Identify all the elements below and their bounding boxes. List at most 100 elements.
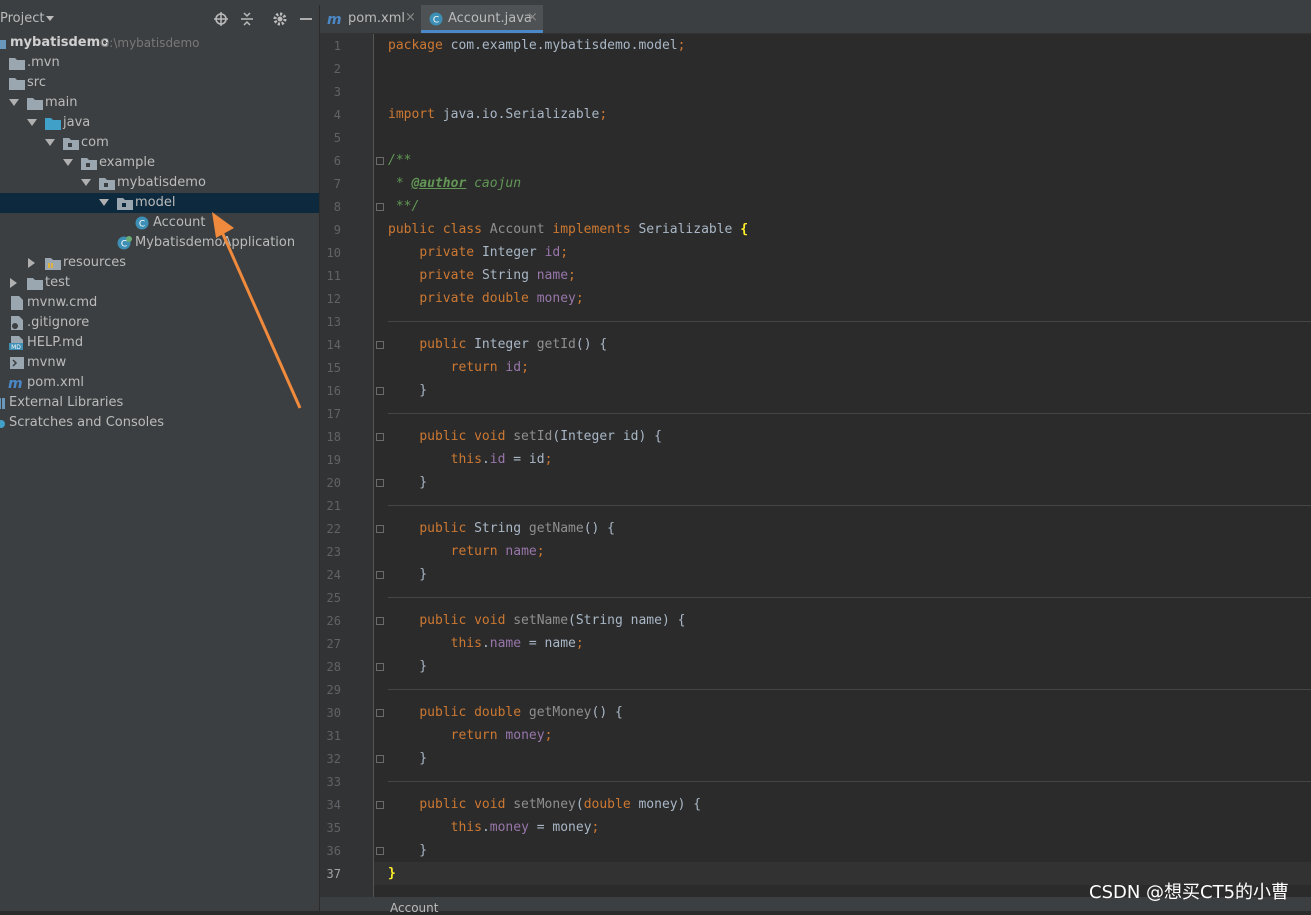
code-token: } bbox=[388, 383, 428, 398]
tab-account-java[interactable]: C Account.java × bbox=[421, 5, 543, 33]
code-token: id bbox=[489, 452, 506, 467]
code-token: this bbox=[450, 636, 482, 651]
code-token: return bbox=[450, 360, 506, 375]
tree-item-label: model bbox=[135, 195, 176, 210]
tree-item-project-root[interactable]: mybatisdemo G:\mybatisdemo bbox=[0, 33, 319, 53]
code-token: this bbox=[450, 820, 482, 835]
tree-item-java[interactable]: java bbox=[0, 113, 319, 133]
close-icon[interactable]: × bbox=[405, 10, 416, 25]
expand-arrow-icon[interactable] bbox=[45, 139, 55, 146]
code-token: . bbox=[481, 820, 490, 835]
code-line: public Integer getId() { bbox=[388, 333, 607, 356]
code-token: return bbox=[450, 544, 506, 559]
collapsed-arrow-icon[interactable] bbox=[28, 258, 35, 268]
code-token: = name bbox=[521, 636, 576, 651]
line-number: 15 bbox=[326, 361, 341, 375]
code-token: () { bbox=[575, 337, 608, 352]
expand-arrow-icon[interactable] bbox=[27, 119, 37, 126]
code-token: @author bbox=[411, 176, 467, 191]
code-token: money bbox=[489, 820, 529, 835]
code-token: public void bbox=[419, 429, 514, 444]
line-number: 11 bbox=[326, 269, 341, 283]
expand-arrow-icon[interactable] bbox=[99, 199, 109, 206]
folder-icon bbox=[27, 98, 43, 110]
gear-icon[interactable] bbox=[272, 11, 288, 27]
tree-item-mybatisdemo-package[interactable]: mybatisdemo bbox=[0, 173, 319, 193]
tree-item-label: mybatisdemo bbox=[10, 35, 110, 50]
tab-pom-xml[interactable]: m pom.xml × bbox=[320, 5, 420, 33]
expand-arrow-icon[interactable] bbox=[81, 179, 91, 186]
code-line: } bbox=[388, 471, 427, 494]
code-token: { bbox=[740, 222, 749, 237]
tree-item-label: src bbox=[27, 75, 46, 90]
minimize-icon[interactable] bbox=[298, 11, 314, 27]
code-token: name bbox=[536, 268, 569, 283]
code-line: * @author caojun bbox=[388, 172, 521, 195]
tree-item-src[interactable]: src bbox=[0, 73, 319, 93]
code-token: setName bbox=[513, 613, 569, 628]
locate-icon[interactable] bbox=[213, 11, 229, 27]
code-token: Integer bbox=[474, 337, 537, 352]
code-line: } bbox=[388, 379, 427, 402]
code-token: ; bbox=[591, 820, 600, 835]
close-icon[interactable]: × bbox=[527, 10, 538, 25]
svg-text:C: C bbox=[121, 240, 127, 250]
tree-item-com[interactable]: com bbox=[0, 133, 319, 153]
code-line: private String name; bbox=[388, 264, 576, 287]
code-token: () { bbox=[591, 705, 623, 720]
expand-arrow-icon[interactable] bbox=[63, 159, 73, 166]
tree-item-main[interactable]: main bbox=[0, 93, 319, 113]
code-line: public void setMoney(double money) { bbox=[388, 793, 701, 816]
code-token: import bbox=[388, 107, 435, 122]
code-token: } bbox=[388, 843, 428, 858]
line-number: 17 bbox=[326, 407, 341, 421]
folder-icon bbox=[9, 78, 25, 90]
collapse-icon[interactable] bbox=[239, 11, 255, 27]
line-number: 36 bbox=[326, 844, 341, 858]
code-editor[interactable]: package com.example.mybatisdemo.model; im… bbox=[374, 34, 1311, 897]
expand-arrow-icon[interactable] bbox=[9, 99, 19, 106]
code-token: Serializable bbox=[638, 222, 741, 237]
tree-item-label: main bbox=[45, 95, 78, 110]
line-number: 30 bbox=[326, 706, 341, 720]
collapsed-arrow-icon[interactable] bbox=[10, 278, 17, 288]
code-token: this bbox=[450, 452, 482, 467]
line-number: 22 bbox=[326, 522, 341, 536]
code-token: id bbox=[505, 360, 522, 375]
tree-item-label: com bbox=[81, 135, 109, 150]
project-panel-title[interactable]: Project bbox=[0, 11, 44, 26]
code-token: } bbox=[388, 475, 428, 490]
line-number: 1 bbox=[333, 39, 341, 53]
code-token: ; bbox=[521, 360, 529, 375]
tree-item-label: mybatisdemo bbox=[117, 175, 206, 190]
line-number: 28 bbox=[326, 660, 341, 674]
code-line: /** bbox=[388, 149, 411, 172]
breadcrumb[interactable]: Account bbox=[390, 901, 438, 915]
project-panel: Project mybatisdemo G:\mybatisdemo .mvn … bbox=[0, 5, 319, 911]
line-number: 12 bbox=[326, 292, 341, 306]
tab-label: pom.xml bbox=[348, 11, 405, 26]
chevron-down-icon[interactable] bbox=[46, 16, 54, 21]
code-token: implements bbox=[552, 222, 639, 237]
editor-tabs: m pom.xml × C Account.java × bbox=[320, 5, 1311, 34]
code-token: String bbox=[474, 521, 529, 536]
code-token: public void bbox=[419, 797, 514, 812]
tree-item-mvn[interactable]: .mvn bbox=[0, 53, 319, 73]
source-folder-icon bbox=[45, 118, 61, 130]
method-separator bbox=[388, 597, 1311, 598]
tree-item-example[interactable]: example bbox=[0, 153, 319, 173]
code-token: public bbox=[419, 521, 475, 536]
code-token: setMoney bbox=[513, 797, 576, 812]
method-separator bbox=[388, 505, 1311, 506]
package-icon bbox=[63, 138, 79, 150]
code-line: **/ bbox=[388, 195, 420, 218]
